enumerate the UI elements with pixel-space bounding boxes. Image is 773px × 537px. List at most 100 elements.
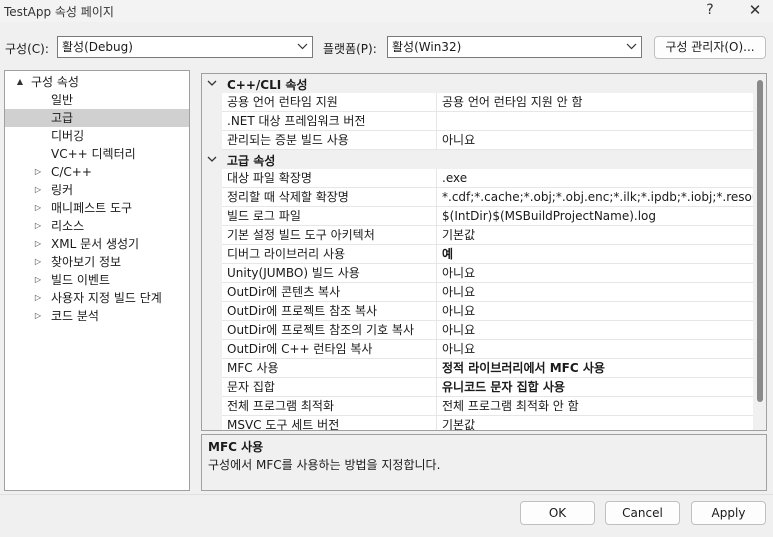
property-name: 문자 집합 (222, 378, 437, 397)
property-value[interactable]: 기본값 (437, 416, 753, 430)
expand-icon[interactable]: ▷ (33, 235, 43, 253)
tree-item-code-analysis[interactable]: ▷ 코드 분석 (5, 307, 189, 325)
expand-icon[interactable]: ▷ (33, 271, 43, 289)
property-value[interactable]: 아니요 (437, 283, 753, 302)
tree-item-config-props[interactable]: ▲ 구성 속성 (5, 73, 189, 91)
tree-item-browse-info[interactable]: ▷ 찾아보기 정보 (5, 253, 189, 271)
property-row[interactable]: 정리할 때 삭제할 확장명 *.cdf;*.cache;*.obj;*.obj.… (202, 188, 753, 207)
chevron-down-icon[interactable] (207, 150, 219, 169)
property-row[interactable]: MSVC 도구 세트 버전 기본값 (202, 416, 753, 430)
expand-icon[interactable]: ▷ (33, 307, 43, 325)
property-value[interactable]: *.cdf;*.cache;*.obj;*.obj.enc;*.ilk;*.ip… (437, 188, 753, 207)
tree-item-xml-doc-generator[interactable]: ▷ XML 문서 생성기 (5, 235, 189, 253)
property-row[interactable]: OutDir에 프로젝트 참조 복사 아니요 (202, 302, 753, 321)
window-title: TestApp 속성 페이지 (4, 5, 114, 19)
cancel-button[interactable]: Cancel (605, 501, 680, 525)
description-text: 구성에서 MFC를 사용하는 방법을 지정합니다. (208, 458, 441, 472)
expand-icon[interactable]: ▷ (33, 289, 43, 307)
row-gutter (202, 245, 222, 264)
property-value[interactable] (437, 112, 753, 131)
apply-button[interactable]: Apply (691, 501, 766, 525)
collapse-icon[interactable]: ▲ (15, 73, 25, 91)
platform-label: 플랫폼(P): (323, 42, 377, 56)
category-advanced-props[interactable]: 고급 속성 (202, 150, 753, 169)
tree-item-manifest-tool[interactable]: ▷ 매니페스트 도구 (5, 199, 189, 217)
chevron-down-icon (626, 37, 638, 57)
config-manager-button[interactable]: 구성 관리자(O)... (654, 36, 766, 59)
help-button[interactable]: ? (700, 0, 720, 22)
tree-item-cpp[interactable]: ▷ C/C++ (5, 163, 189, 181)
property-name: OutDir에 C++ 런타임 복사 (222, 340, 437, 359)
property-row[interactable]: 빌드 로그 파일 $(IntDir)$(MSBuildProjectName).… (202, 207, 753, 226)
property-value[interactable]: 아니요 (437, 131, 753, 150)
config-dropdown[interactable]: 활성(Debug) (57, 36, 313, 58)
ok-button[interactable]: OK (520, 501, 595, 525)
property-value[interactable]: $(IntDir)$(MSBuildProjectName).log (437, 207, 753, 226)
tree-item-debugging[interactable]: 디버깅 (5, 127, 189, 145)
category-tree: ▲ 구성 속성 일반 고급 디버깅 VC++ 디렉터리 ▷ C/C++ ▷ 링커… (4, 70, 190, 491)
scrollbar-thumb[interactable] (757, 80, 763, 402)
row-gutter (202, 321, 222, 340)
tree-item-advanced[interactable]: 고급 (5, 109, 189, 127)
property-value[interactable]: 정적 라이브러리에서 MFC 사용 (437, 359, 753, 378)
expand-icon[interactable]: ▷ (33, 163, 43, 181)
property-row[interactable]: OutDir에 프로젝트 참조의 기호 복사 아니요 (202, 321, 753, 340)
expand-icon[interactable]: ▷ (33, 199, 43, 217)
expand-icon[interactable]: ▷ (33, 217, 43, 235)
tree-item-label: 찾아보기 정보 (51, 255, 122, 269)
row-gutter (202, 226, 222, 245)
property-name: 디버그 라이브러리 사용 (222, 245, 437, 264)
row-gutter (202, 264, 222, 283)
property-row[interactable]: 전체 프로그램 최적화 전체 프로그램 최적화 안 함 (202, 397, 753, 416)
vertical-scrollbar[interactable] (753, 74, 766, 430)
row-gutter (202, 378, 222, 397)
property-row[interactable]: .NET 대상 프레임워크 버전 (202, 112, 753, 131)
tree-item-label: 매니페스트 도구 (51, 201, 133, 215)
property-name: .NET 대상 프레임워크 버전 (222, 112, 437, 131)
property-value[interactable]: 아니요 (437, 321, 753, 340)
tree-item-build-events[interactable]: ▷ 빌드 이벤트 (5, 271, 189, 289)
property-name: 빌드 로그 파일 (222, 207, 437, 226)
tree-item-general[interactable]: 일반 (5, 91, 189, 109)
property-row[interactable]: 기본 설정 빌드 도구 아키텍처 기본값 (202, 226, 753, 245)
property-row[interactable]: OutDir에 C++ 런타임 복사 아니요 (202, 340, 753, 359)
chevron-down-icon[interactable] (207, 74, 219, 93)
property-value[interactable]: 예 (437, 245, 753, 264)
property-value[interactable]: 아니요 (437, 302, 753, 321)
tree-item-label: 코드 분석 (51, 309, 99, 323)
property-name: MFC 사용 (222, 359, 437, 378)
property-row[interactable]: Unity(JUMBO) 빌드 사용 아니요 (202, 264, 753, 283)
property-row[interactable]: OutDir에 콘텐츠 복사 아니요 (202, 283, 753, 302)
property-value[interactable]: 공용 언어 런타임 지원 안 함 (437, 93, 753, 112)
close-button[interactable]: ✕ (744, 0, 766, 22)
property-value[interactable]: .exe (437, 169, 753, 188)
tree-item-resources[interactable]: ▷ 리소스 (5, 217, 189, 235)
property-name: 공용 언어 런타임 지원 (222, 93, 437, 112)
platform-dropdown-value: 활성(Win32) (392, 40, 462, 54)
property-value[interactable]: 아니요 (437, 264, 753, 283)
tree-item-custom-build-step[interactable]: ▷ 사용자 지정 빌드 단계 (5, 289, 189, 307)
property-name: OutDir에 프로젝트 참조 복사 (222, 302, 437, 321)
expand-icon[interactable]: ▷ (33, 253, 43, 271)
category-cli-props[interactable]: C++/CLI 속성 (202, 74, 753, 93)
property-row[interactable]: 대상 파일 확장명 .exe (202, 169, 753, 188)
expand-icon[interactable]: ▷ (33, 181, 43, 199)
property-value[interactable]: 전체 프로그램 최적화 안 함 (437, 397, 753, 416)
property-row-selected[interactable]: MFC 사용 정적 라이브러리에서 MFC 사용 (202, 359, 753, 378)
property-name: 기본 설정 빌드 도구 아키텍처 (222, 226, 437, 245)
platform-dropdown[interactable]: 활성(Win32) (387, 36, 642, 58)
property-value[interactable]: 기본값 (437, 226, 753, 245)
property-value[interactable]: 유니코드 문자 집합 사용 (437, 378, 753, 397)
property-row[interactable]: 공용 언어 런타임 지원 공용 언어 런타임 지원 안 함 (202, 93, 753, 112)
property-row[interactable]: 문자 집합 유니코드 문자 집합 사용 (202, 378, 753, 397)
description-title: MFC 사용 (208, 440, 264, 454)
tree-item-vc-directories[interactable]: VC++ 디렉터리 (5, 145, 189, 163)
config-label: 구성(C): (5, 42, 49, 56)
tree-item-label: XML 문서 생성기 (51, 237, 140, 251)
property-value[interactable]: 아니요 (437, 340, 753, 359)
row-gutter (202, 359, 222, 378)
tree-item-linker[interactable]: ▷ 링커 (5, 181, 189, 199)
property-row[interactable]: 관리되는 증분 빌드 사용 아니요 (202, 131, 753, 150)
property-row[interactable]: 디버그 라이브러리 사용 예 (202, 245, 753, 264)
row-gutter (202, 283, 222, 302)
